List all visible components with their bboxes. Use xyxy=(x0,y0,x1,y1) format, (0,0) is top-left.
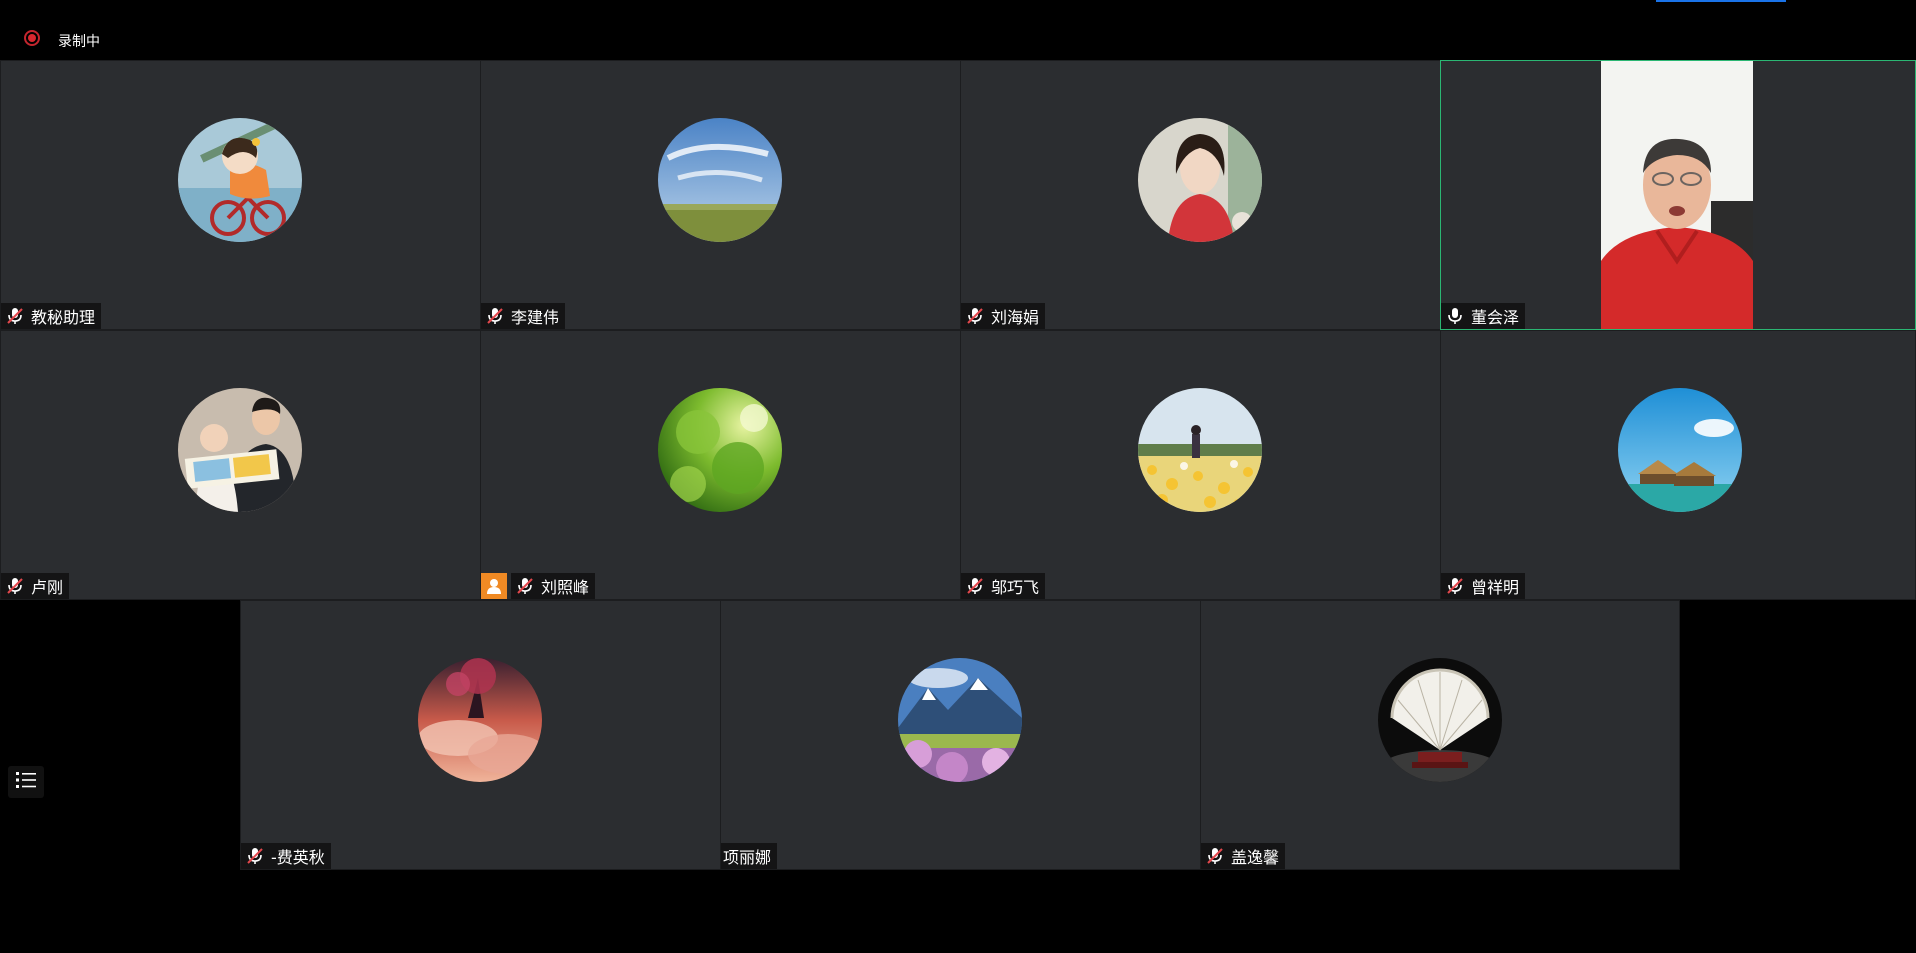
mic-muted-icon xyxy=(1205,846,1225,866)
participant-name: 项丽娜 xyxy=(723,848,772,867)
mic-muted-icon xyxy=(5,576,25,596)
participant-tile[interactable]: 刘海娟 xyxy=(960,60,1441,330)
record-dot-icon xyxy=(24,30,44,50)
participant-video xyxy=(1601,61,1753,329)
participant-avatar xyxy=(1378,658,1502,782)
participant-tile[interactable]: 卢刚 xyxy=(0,330,481,600)
mic-muted-icon xyxy=(965,306,985,326)
name-tag: -费英秋 xyxy=(241,843,331,869)
name-tag: 董会泽 xyxy=(1441,303,1526,329)
name-tag: 刘海娟 xyxy=(961,303,1046,329)
host-icon xyxy=(481,573,507,599)
mic-muted-icon xyxy=(965,576,985,596)
participant-avatar xyxy=(658,388,782,512)
participant-avatar xyxy=(1138,388,1262,512)
participant-name: 刘照峰 xyxy=(541,578,590,597)
participant-tile[interactable]: 李建伟 xyxy=(480,60,961,330)
participant-avatar xyxy=(658,118,782,242)
participant-tile[interactable]: 曾祥明 xyxy=(1440,330,1916,600)
participant-avatar xyxy=(898,658,1022,782)
participant-name: 曾祥明 xyxy=(1471,578,1520,597)
name-tag: 李建伟 xyxy=(481,303,566,329)
participant-list-button[interactable] xyxy=(8,766,44,798)
mic-muted-icon xyxy=(485,306,505,326)
mic-muted-icon xyxy=(1445,576,1465,596)
participant-name: 邬巧飞 xyxy=(991,578,1040,597)
list-icon xyxy=(15,770,37,794)
participant-tile[interactable]: 教秘助理 xyxy=(0,60,481,330)
name-tag: 盖逸馨 xyxy=(1201,843,1286,869)
participant-name: 刘海娟 xyxy=(991,308,1040,327)
participant-name: -费英秋 xyxy=(271,848,325,867)
top-accent-line xyxy=(1656,0,1786,2)
participant-tile[interactable]: 刘照峰 xyxy=(480,330,961,600)
participant-name: 董会泽 xyxy=(1471,308,1520,327)
participant-avatar xyxy=(418,658,542,782)
participant-tile[interactable]: -费英秋 xyxy=(240,600,721,870)
name-tag: 曾祥明 xyxy=(1441,573,1526,599)
participant-name: 教秘助理 xyxy=(31,308,96,327)
participant-tile-active-speaker[interactable]: 董会泽 xyxy=(1440,60,1916,330)
participant-tile[interactable]: 项丽娜 xyxy=(720,600,1201,870)
recording-status-label: 录制中 xyxy=(58,34,100,50)
participant-avatar xyxy=(178,118,302,242)
mic-muted-icon xyxy=(515,576,535,596)
participant-name: 李建伟 xyxy=(511,308,560,327)
top-bar xyxy=(0,0,1916,60)
name-tag: 项丽娜 xyxy=(721,843,778,869)
mic-muted-icon xyxy=(5,306,25,326)
mic-muted-icon xyxy=(245,846,265,866)
name-tag: 邬巧飞 xyxy=(961,573,1046,599)
participant-name: 卢刚 xyxy=(31,578,64,597)
participant-tile[interactable]: 邬巧飞 xyxy=(960,330,1441,600)
participant-avatar xyxy=(1138,118,1262,242)
participant-avatar xyxy=(178,388,302,512)
name-tag: 刘照峰 xyxy=(511,573,596,599)
name-tag: 教秘助理 xyxy=(1,303,102,329)
participant-avatar xyxy=(1618,388,1742,512)
participant-tile[interactable]: 盖逸馨 xyxy=(1200,600,1680,870)
participant-name: 盖逸馨 xyxy=(1231,848,1280,867)
name-tag: 卢刚 xyxy=(1,573,70,599)
mic-on-icon xyxy=(1445,306,1465,326)
